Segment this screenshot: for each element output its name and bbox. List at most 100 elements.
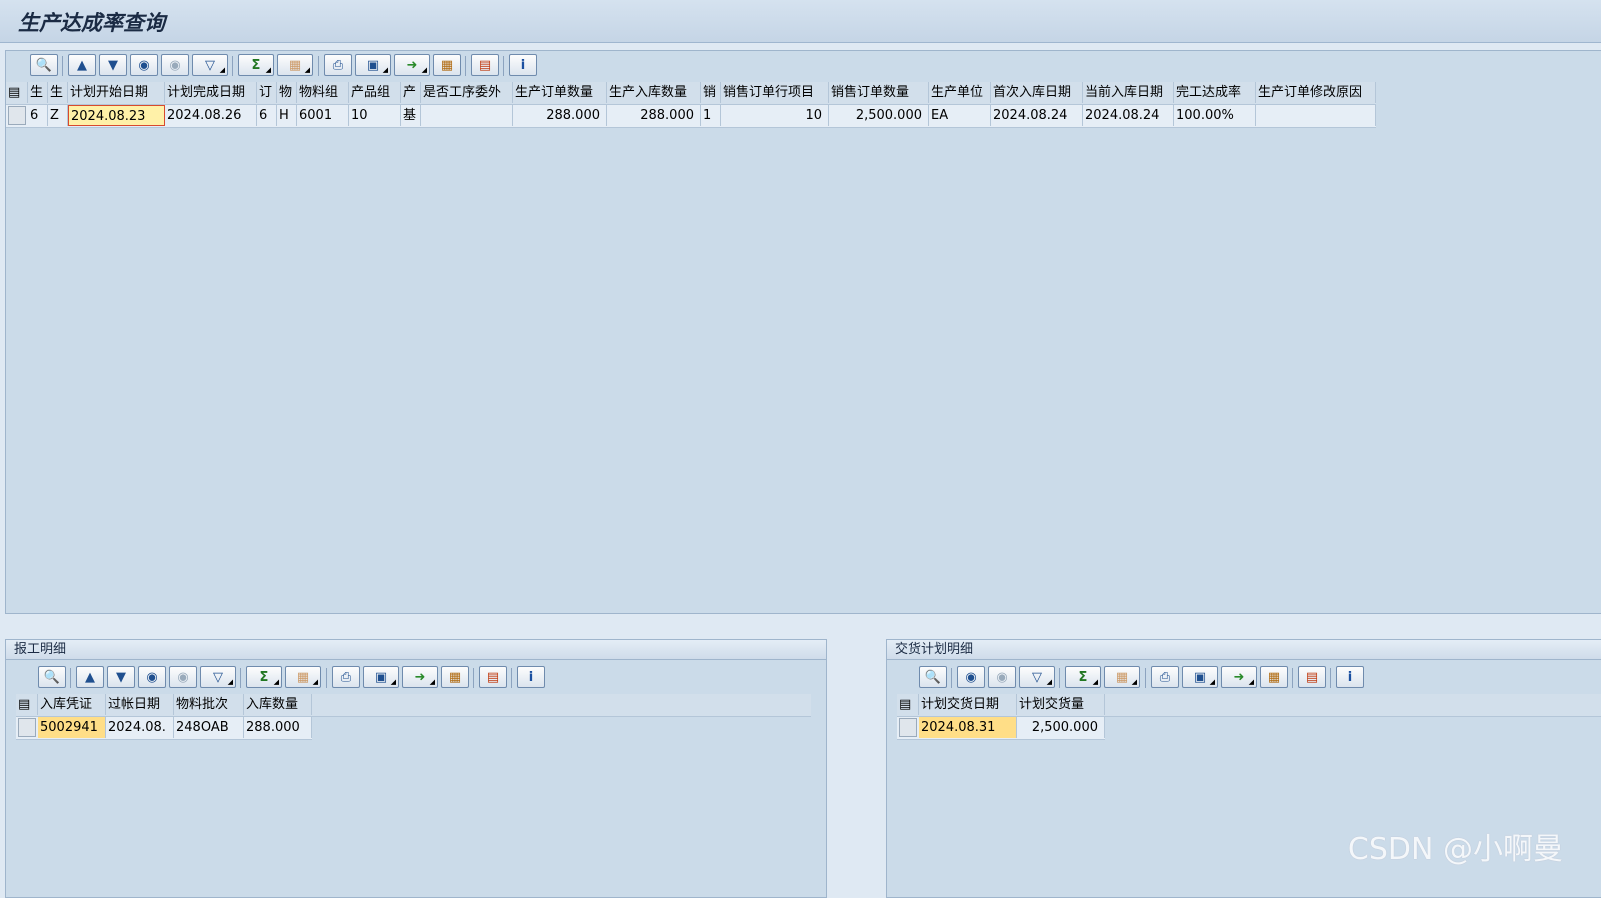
col-header[interactable]: 生产订单数量 (513, 82, 607, 103)
col-header[interactable]: 入库数量 (244, 694, 312, 715)
col-header[interactable]: 过帐日期 (106, 694, 174, 715)
row-selector[interactable] (8, 106, 26, 125)
subtotal-icon[interactable]: ▦ ◢ (285, 666, 321, 688)
table-cell: 2024.08. (106, 717, 174, 738)
table-cell: 2024.08.24 (1083, 105, 1174, 126)
sort-ascending-icon[interactable]: ▲ (76, 666, 104, 688)
col-header[interactable]: 计划开始日期 (68, 82, 165, 103)
details-icon[interactable]: 🔍 (919, 666, 947, 688)
main-table-header: ▤ 生 生 计划开始日期 计划完成日期 订 物 物料组 产品组 产 是否工序委外… (6, 82, 1376, 105)
views-icon[interactable]: ▣ ◢ (363, 666, 399, 688)
col-header[interactable]: 入库凭证 (38, 694, 106, 715)
col-header[interactable]: 物料组 (297, 82, 349, 103)
col-header[interactable]: 首次入库日期 (991, 82, 1083, 103)
graphic-icon[interactable]: ▤ (471, 54, 499, 76)
find-next-icon[interactable]: ◉ (169, 666, 197, 688)
col-header[interactable]: 订 (257, 82, 277, 103)
col-header[interactable]: 销 (701, 82, 721, 103)
print-icon[interactable]: ⎙ (1151, 666, 1179, 688)
col-header[interactable]: 销售订单数量 (829, 82, 929, 103)
subtotal-icon[interactable]: ▦ ◢ (277, 54, 313, 76)
views-icon[interactable]: ▣ ◢ (355, 54, 391, 76)
table-cell: 288.000 (513, 105, 607, 126)
col-header[interactable]: 是否工序委外 (421, 82, 513, 103)
col-header[interactable]: 产 (401, 82, 421, 103)
select-all-icon[interactable]: ▤ (6, 82, 28, 103)
table-cell[interactable]: 5002941 (38, 717, 106, 738)
report-panel-title: 报工明细 (6, 640, 826, 660)
delivery-toolbar: 🔍 ◉ ◉ ▽ ◢ Σ ◢ ▦ ◢ ⎙ ▣ ◢ ➜ ◢ ▦ ▤ i (917, 665, 1397, 691)
table-cell: 10 (349, 105, 401, 126)
delivery-table-header: ▤ 计划交货日期 计划交货量 (897, 694, 1601, 717)
col-header[interactable]: 生 (28, 82, 48, 103)
col-header[interactable]: 生产订单修改原因 (1256, 82, 1376, 103)
sum-icon[interactable]: Σ ◢ (1065, 666, 1101, 688)
toolbar-separator (1330, 668, 1331, 688)
table-cell: 2024.08.26 (165, 105, 257, 126)
col-header[interactable]: 销售订单行项目 (721, 82, 829, 103)
views-icon[interactable]: ▣ ◢ (1182, 666, 1218, 688)
filter-icon[interactable]: ▽ ◢ (200, 666, 236, 688)
report-table-header: ▤ 入库凭证 过帐日期 物料批次 入库数量 (16, 694, 811, 717)
find-icon[interactable]: ◉ (130, 54, 158, 76)
toolbar-separator (232, 56, 233, 76)
report-toolbar: 🔍 ▲ ▼ ◉ ◉ ▽ ◢ Σ ◢ ▦ ◢ ⎙ ▣ ◢ ➜ ◢ ▦ ▤ i (36, 665, 556, 691)
export-icon[interactable]: ➜ ◢ (1221, 666, 1257, 688)
sort-ascending-icon[interactable]: ▲ (68, 54, 96, 76)
toolbar-separator (503, 56, 504, 76)
col-header[interactable]: 计划交货量 (1017, 694, 1105, 715)
export-icon[interactable]: ➜ ◢ (394, 54, 430, 76)
layout-icon[interactable]: ▦ (1260, 666, 1288, 688)
sum-icon[interactable]: Σ ◢ (246, 666, 282, 688)
find-next-icon[interactable]: ◉ (988, 666, 1016, 688)
export-icon[interactable]: ➜ ◢ (402, 666, 438, 688)
graphic-icon[interactable]: ▤ (479, 666, 507, 688)
toolbar-separator (465, 56, 466, 76)
col-header[interactable]: 物 (277, 82, 297, 103)
table-cell-current[interactable]: 2024.08.23 (68, 105, 165, 126)
toolbar-separator (62, 56, 63, 76)
info-icon[interactable]: i (509, 54, 537, 76)
col-header[interactable]: 物料批次 (174, 694, 244, 715)
find-next-icon[interactable]: ◉ (161, 54, 189, 76)
table-cell: 288.000 (244, 717, 312, 738)
col-header[interactable]: 产品组 (349, 82, 401, 103)
col-header[interactable]: 完工达成率 (1174, 82, 1256, 103)
filter-icon[interactable]: ▽ ◢ (1019, 666, 1055, 688)
subtotal-icon[interactable]: ▦ ◢ (1104, 666, 1140, 688)
toolbar-separator (1292, 668, 1293, 688)
info-icon[interactable]: i (1336, 666, 1364, 688)
graphic-icon[interactable]: ▤ (1298, 666, 1326, 688)
info-icon[interactable]: i (517, 666, 545, 688)
toolbar-separator (951, 668, 952, 688)
col-header[interactable]: 计划交货日期 (919, 694, 1017, 715)
select-all-icon[interactable]: ▤ (16, 694, 38, 715)
find-icon[interactable]: ◉ (957, 666, 985, 688)
layout-icon[interactable]: ▦ (441, 666, 469, 688)
details-icon[interactable]: 🔍 (38, 666, 66, 688)
col-header[interactable]: 计划完成日期 (165, 82, 257, 103)
row-selector[interactable] (18, 718, 36, 737)
table-cell (1256, 105, 1376, 126)
toolbar-separator (70, 668, 71, 688)
print-icon[interactable]: ⎙ (324, 54, 352, 76)
sort-descending-icon[interactable]: ▼ (99, 54, 127, 76)
table-cell: H (277, 105, 297, 126)
layout-icon[interactable]: ▦ (433, 54, 461, 76)
col-header[interactable]: 当前入库日期 (1083, 82, 1174, 103)
table-cell: Z (48, 105, 68, 126)
row-selector[interactable] (899, 718, 917, 737)
table-cell[interactable]: 2024.08.31 (919, 717, 1017, 738)
print-icon[interactable]: ⎙ (332, 666, 360, 688)
sum-icon[interactable]: Σ ◢ (238, 54, 274, 76)
select-all-icon[interactable]: ▤ (897, 694, 919, 715)
filter-icon[interactable]: ▽ ◢ (192, 54, 228, 76)
sort-descending-icon[interactable]: ▼ (107, 666, 135, 688)
col-header[interactable]: 生产入库数量 (607, 82, 701, 103)
table-cell: 288.000 (607, 105, 701, 126)
table-row: 5002941 2024.08. 248OAB 288.000 (16, 717, 312, 740)
details-icon[interactable]: 🔍 (30, 54, 58, 76)
find-icon[interactable]: ◉ (138, 666, 166, 688)
col-header[interactable]: 生 (48, 82, 68, 103)
col-header[interactable]: 生产单位 (929, 82, 991, 103)
